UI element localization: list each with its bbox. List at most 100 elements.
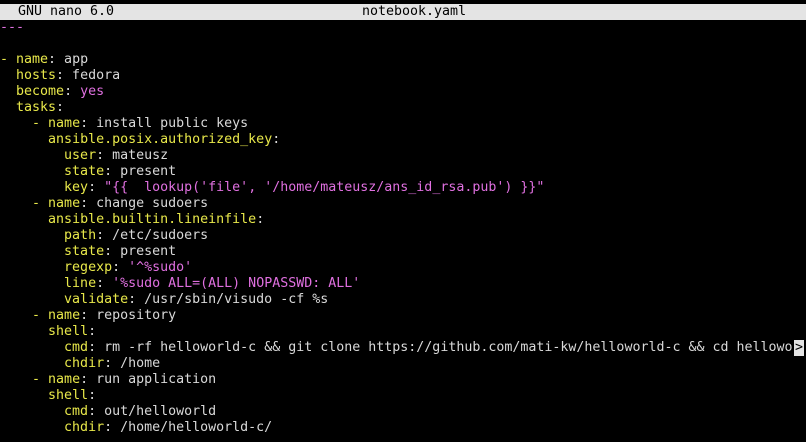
syntax-token-value: : out/helloworld — [88, 404, 217, 419]
syntax-token-key: key — [64, 180, 89, 195]
editor-line[interactable]: state: present — [0, 244, 806, 260]
syntax-token-value: : /home — [104, 356, 161, 371]
syntax-token-key: ansible.posix.authorized_key — [48, 132, 273, 147]
editor-line[interactable]: ansible.builtin.lineinfile: — [0, 212, 806, 228]
syntax-token-value: : present — [104, 244, 177, 259]
syntax-token-key: ansible.builtin.lineinfile — [48, 212, 257, 227]
editor-line[interactable]: --- — [0, 20, 806, 36]
syntax-token-value: : install public keys — [80, 116, 249, 131]
editor-line[interactable]: shell: — [0, 388, 806, 404]
syntax-token-key: path — [64, 228, 97, 243]
editor-line[interactable]: line: '%sudo ALL=(ALL) NOPASSWD: ALL' — [0, 276, 806, 292]
syntax-token-key: state — [64, 164, 105, 179]
editor-line[interactable]: - name: run application — [0, 372, 806, 388]
syntax-token-key: name — [48, 308, 81, 323]
syntax-token-string: "{{ lookup('file', '/home/mateusz/ans_id… — [104, 180, 545, 195]
syntax-token-dash: - — [32, 116, 49, 131]
syntax-token-key: chdir — [64, 356, 105, 371]
syntax-token-value: : /home/helloworld-c/ — [104, 420, 273, 435]
syntax-token-value: : — [272, 132, 281, 147]
editor-line[interactable]: chdir: /home — [0, 356, 806, 372]
editor-line[interactable]: cmd: out/helloworld — [0, 404, 806, 420]
open-filename-label: notebook.yaml — [362, 4, 467, 19]
syntax-token-key: shell — [48, 388, 89, 403]
editor-line[interactable]: - name: change sudoers — [0, 196, 806, 212]
syntax-token-dash: - — [0, 52, 17, 67]
nano-title-bar: GNU nano 6.0 notebook.yaml — [0, 4, 806, 20]
editor-line[interactable]: key: "{{ lookup('file', '/home/mateusz/a… — [0, 180, 806, 196]
syntax-token-key: name — [48, 116, 81, 131]
syntax-token-key: cmd — [64, 404, 89, 419]
text-editor-area[interactable]: --- - name: app hosts: fedora become: yes… — [0, 20, 806, 442]
editor-line[interactable]: - name: install public keys — [0, 116, 806, 132]
editor-line[interactable]: hosts: fedora — [0, 68, 806, 84]
syntax-token-key: name — [16, 52, 49, 67]
syntax-token-value: : fedora — [56, 68, 121, 83]
syntax-token-value: : app — [48, 52, 89, 67]
editor-line[interactable]: cmd: rm -rf helloworld-c && git clone ht… — [0, 340, 806, 356]
syntax-token-dash: - — [32, 308, 49, 323]
syntax-token-string: '%sudo ALL=(ALL) NOPASSWD: ALL' — [112, 276, 361, 291]
syntax-token-key: hosts — [16, 68, 57, 83]
syntax-token-key: user — [64, 148, 97, 163]
syntax-token-string: '^%sudo' — [128, 260, 193, 275]
syntax-token-key: shell — [48, 324, 89, 339]
syntax-token-value: : change sudoers — [80, 196, 209, 211]
syntax-token-value: : — [96, 276, 113, 291]
syntax-token-value: : — [64, 84, 81, 99]
editor-line[interactable]: state: present — [0, 164, 806, 180]
editor-line[interactable]: chdir: /home/helloworld-c/ — [0, 420, 806, 436]
syntax-token-key: line — [64, 276, 97, 291]
editor-line[interactable]: regexp: '^%sudo' — [0, 260, 806, 276]
syntax-token-value: : repository — [80, 308, 177, 323]
editor-line[interactable] — [0, 36, 806, 52]
editor-line[interactable]: path: /etc/sudoers — [0, 228, 806, 244]
syntax-token-value: : /etc/sudoers — [96, 228, 209, 243]
syntax-token-value: : /usr/sbin/visudo -cf %s — [128, 292, 329, 307]
syntax-token-key: name — [48, 196, 81, 211]
syntax-token-key: validate — [64, 292, 129, 307]
syntax-token-dash: - — [32, 372, 49, 387]
editor-line[interactable]: ansible.posix.authorized_key: — [0, 132, 806, 148]
editor-line[interactable]: shell: — [0, 324, 806, 340]
syntax-token-value: : mateusz — [96, 148, 169, 163]
syntax-token-key: cmd — [64, 340, 89, 355]
syntax-token-key: state — [64, 244, 105, 259]
editor-line[interactable]: user: mateusz — [0, 148, 806, 164]
syntax-token-key: regexp — [64, 260, 113, 275]
editor-line[interactable]: become: yes — [0, 84, 806, 100]
syntax-token-key: become — [16, 84, 65, 99]
nano-version-label: GNU nano 6.0 — [18, 4, 115, 19]
syntax-token-docstart: --- — [0, 20, 25, 35]
syntax-token-value: : rm -rf helloworld-c && git clone https… — [88, 340, 793, 355]
editor-line[interactable]: tasks: — [0, 100, 806, 116]
syntax-token-dash: - — [32, 196, 49, 211]
syntax-token-value: : — [256, 212, 265, 227]
syntax-token-value: : run application — [80, 372, 217, 387]
editor-line[interactable]: - name: repository — [0, 308, 806, 324]
syntax-token-key: tasks — [16, 100, 57, 115]
syntax-token-value: : — [88, 324, 97, 339]
editor-line[interactable]: validate: /usr/sbin/visudo -cf %s — [0, 292, 806, 308]
editor-line[interactable]: - name: app — [0, 52, 806, 68]
syntax-token-value: : — [56, 100, 65, 115]
